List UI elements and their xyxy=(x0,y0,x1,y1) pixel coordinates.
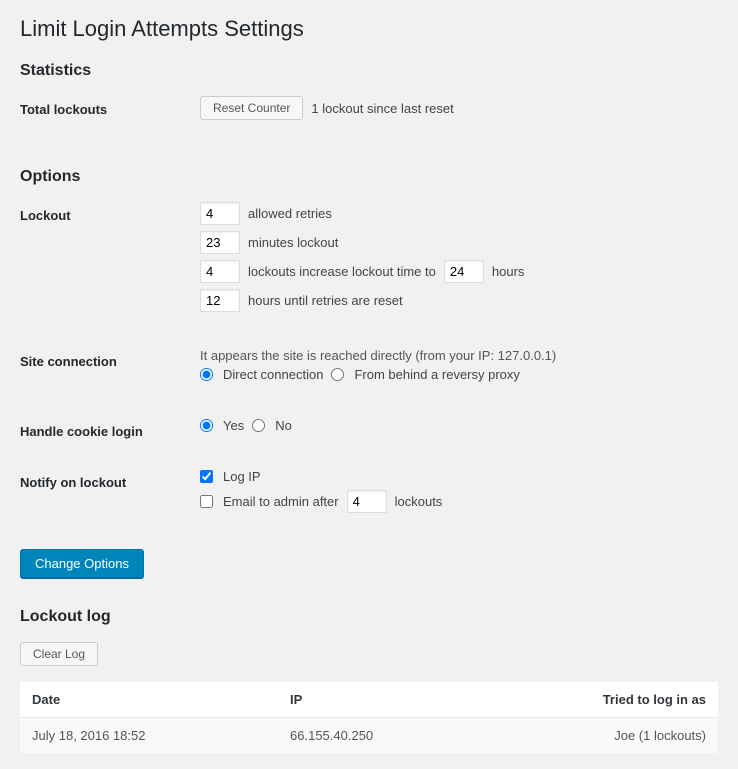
notify-label: Notify on lockout xyxy=(20,469,200,490)
minutes-lockout-input[interactable] xyxy=(200,231,240,254)
options-heading: Options xyxy=(20,168,718,186)
increase-hours-input[interactable] xyxy=(444,260,484,283)
total-lockouts-row: Total lockouts Reset Counter 1 lockout s… xyxy=(20,96,718,126)
reset-hours-input[interactable] xyxy=(200,289,240,312)
site-connection-row: Site connection It appears the site is r… xyxy=(20,348,718,388)
col-date: Date xyxy=(20,682,278,718)
col-ip: IP xyxy=(278,682,479,718)
page-title: Limit Login Attempts Settings xyxy=(20,16,718,42)
direct-connection-radio[interactable] xyxy=(200,368,213,381)
cookie-yes-text: Yes xyxy=(223,418,244,433)
notify-row: Notify on lockout Log IP Email to admin … xyxy=(20,469,718,519)
proxy-text: From behind a reversy proxy xyxy=(354,367,519,382)
direct-connection-text: Direct connection xyxy=(223,367,323,382)
site-connection-label: Site connection xyxy=(20,348,200,369)
cell-ip: 66.155.40.250 xyxy=(278,718,479,754)
statistics-heading: Statistics xyxy=(20,62,718,80)
log-ip-checkbox[interactable] xyxy=(200,470,213,483)
lockout-log-heading: Lockout log xyxy=(20,608,718,626)
log-ip-text: Log IP xyxy=(223,469,261,484)
lockout-label: Lockout xyxy=(20,202,200,223)
col-tried: Tried to log in as xyxy=(479,682,718,718)
cookie-yes-radio[interactable] xyxy=(200,419,213,432)
change-options-button[interactable]: Change Options xyxy=(20,549,144,578)
clear-log-button[interactable]: Clear Log xyxy=(20,642,98,666)
lockout-row: Lockout allowed retries minutes lockout … xyxy=(20,202,718,318)
minutes-lockout-text: minutes lockout xyxy=(248,235,338,250)
lockout-log-table: Date IP Tried to log in as July 18, 2016… xyxy=(20,682,718,753)
email-admin-text-before: Email to admin after xyxy=(223,494,339,509)
lockouts-increase-input[interactable] xyxy=(200,260,240,283)
email-admin-count-input[interactable] xyxy=(347,490,387,513)
cookie-login-row: Handle cookie login Yes No xyxy=(20,418,718,439)
cookie-login-label: Handle cookie login xyxy=(20,418,200,439)
allowed-retries-text: allowed retries xyxy=(248,206,332,221)
site-connection-note: It appears the site is reached directly … xyxy=(200,348,718,363)
hours-text: hours xyxy=(492,264,525,279)
proxy-radio[interactable] xyxy=(331,368,344,381)
total-lockouts-label: Total lockouts xyxy=(20,96,200,117)
allowed-retries-input[interactable] xyxy=(200,202,240,225)
email-admin-text-after: lockouts xyxy=(395,494,443,509)
table-row: July 18, 2016 18:52 66.155.40.250 Joe (1… xyxy=(20,718,718,754)
reset-hours-text: hours until retries are reset xyxy=(248,293,403,308)
cell-tried: Joe (1 lockouts) xyxy=(479,718,718,754)
cell-date: July 18, 2016 18:52 xyxy=(20,718,278,754)
email-admin-checkbox[interactable] xyxy=(200,495,213,508)
cookie-no-radio[interactable] xyxy=(252,419,265,432)
cookie-no-text: No xyxy=(275,418,292,433)
lockouts-increase-text: lockouts increase lockout time to xyxy=(248,264,436,279)
reset-counter-button[interactable]: Reset Counter xyxy=(200,96,303,120)
lockouts-since-reset-text: 1 lockout since last reset xyxy=(311,101,453,116)
